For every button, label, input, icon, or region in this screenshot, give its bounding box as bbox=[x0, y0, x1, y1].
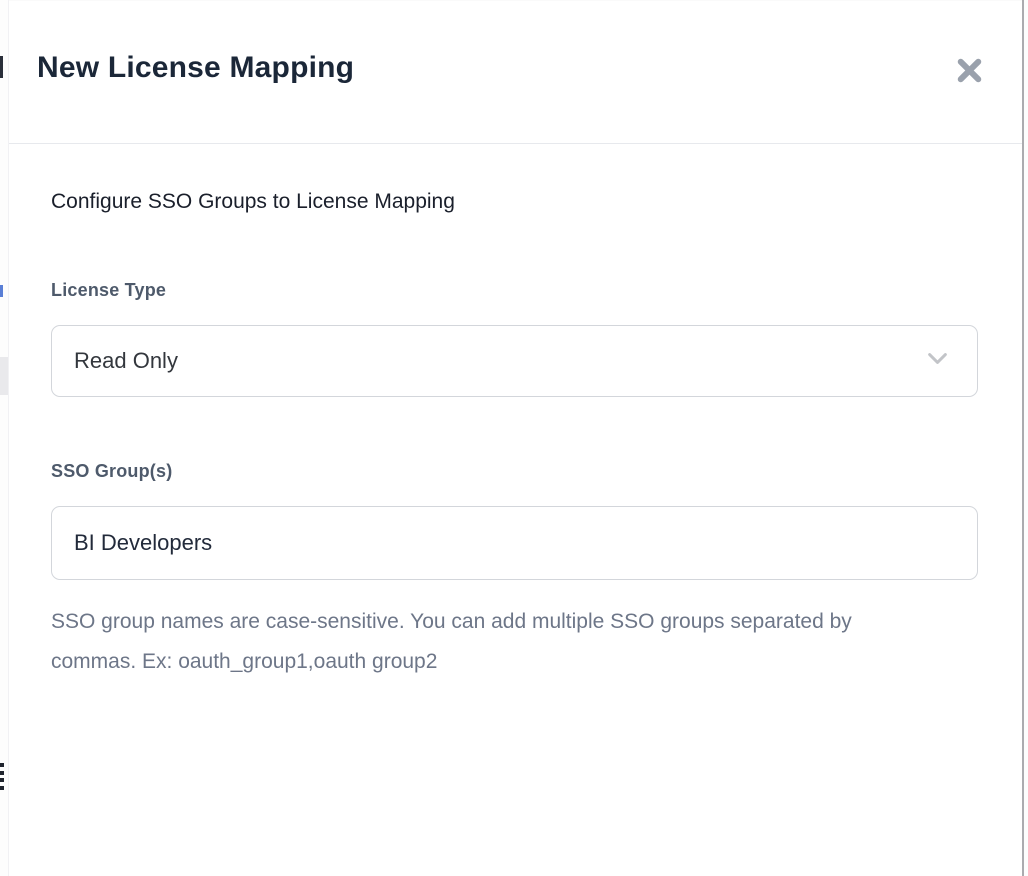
modal-title: New License Mapping bbox=[37, 51, 354, 85]
icon-bar bbox=[0, 778, 4, 782]
sso-groups-input[interactable] bbox=[51, 506, 978, 580]
icon-bar bbox=[0, 763, 4, 767]
license-type-label: License Type bbox=[51, 280, 978, 301]
sso-groups-label: SSO Group(s) bbox=[51, 461, 978, 482]
icon-bar bbox=[0, 771, 4, 775]
icon-bar bbox=[0, 786, 4, 790]
modal-subtitle: Configure SSO Groups to License Mapping bbox=[51, 188, 978, 216]
page-fragment-gray bbox=[0, 357, 8, 395]
license-type-value: Read Only bbox=[74, 348, 924, 374]
clipped-list-icon bbox=[0, 763, 4, 790]
modal-body: Configure SSO Groups to License Mapping … bbox=[9, 144, 1022, 682]
modal-header: New License Mapping bbox=[9, 0, 1022, 144]
sso-groups-helper-text: SSO group names are case-sensitive. You … bbox=[51, 602, 931, 682]
close-button[interactable] bbox=[946, 47, 992, 93]
license-mapping-modal: New License Mapping Configure SSO Groups… bbox=[8, 0, 1024, 876]
chevron-down-icon bbox=[924, 345, 951, 377]
license-type-select[interactable]: Read Only bbox=[51, 325, 978, 397]
page-fragment-blue bbox=[0, 285, 3, 297]
close-icon bbox=[954, 55, 985, 86]
page-fragment-dark bbox=[0, 56, 3, 78]
